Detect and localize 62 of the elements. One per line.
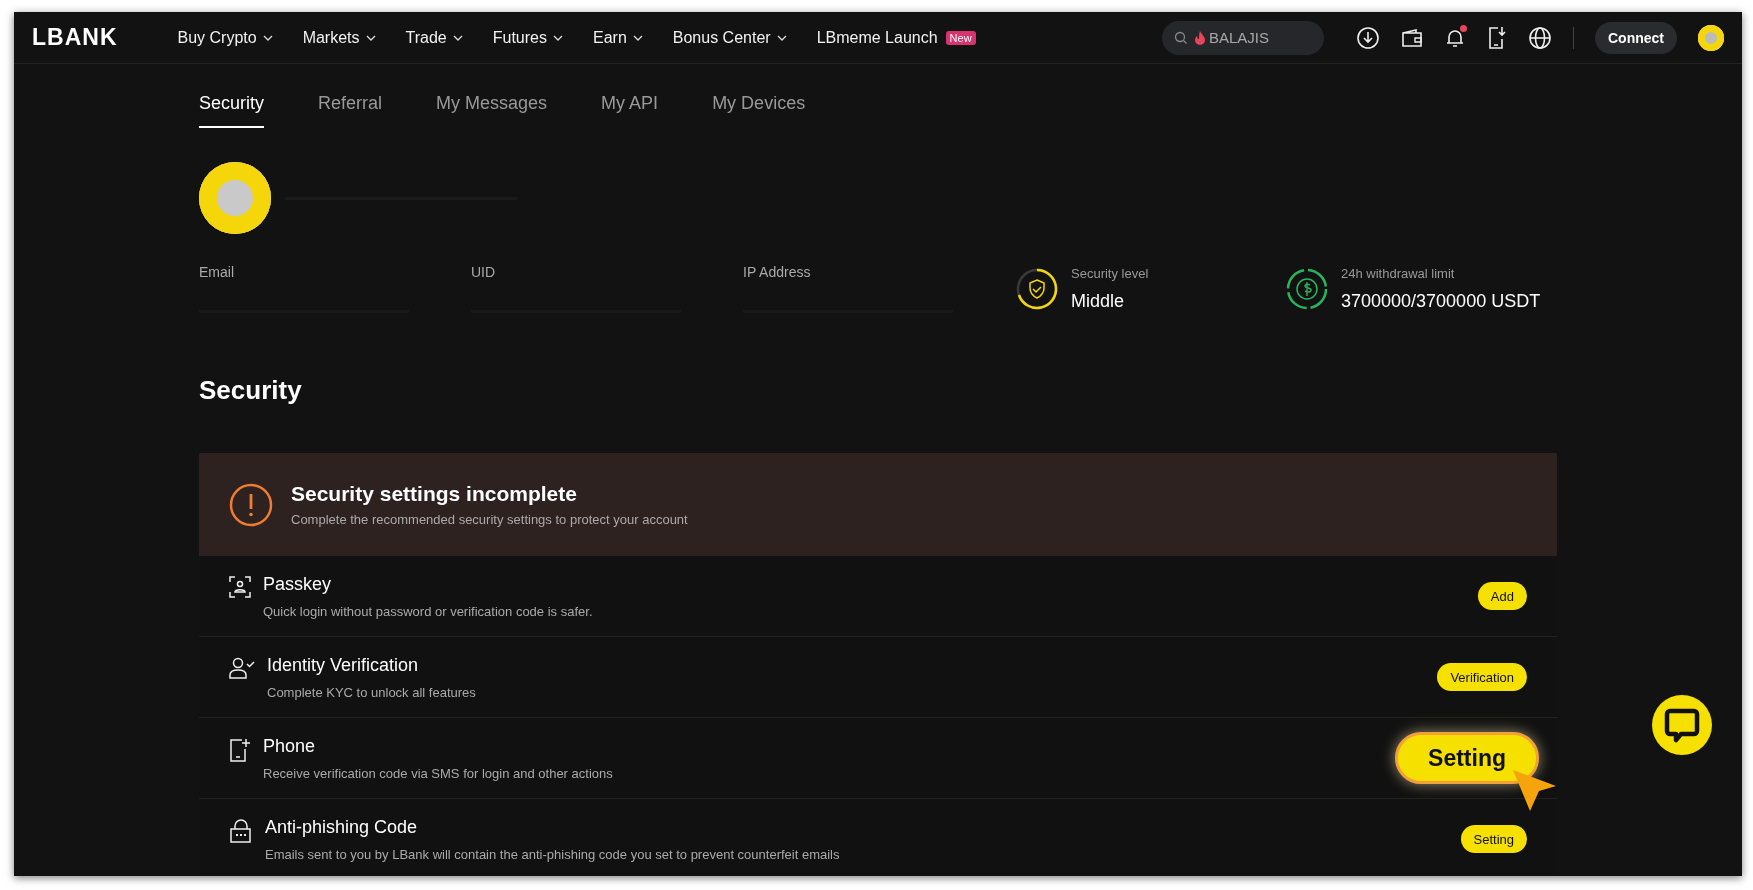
- tab[interactable]: My Messages: [436, 93, 548, 128]
- search-field[interactable]: BALAJIS: [1162, 20, 1324, 55]
- action-button[interactable]: Verification: [1437, 663, 1527, 691]
- setting-title: Anti-phishing Code: [265, 816, 419, 838]
- nav-link[interactable]: Trade: [405, 28, 463, 47]
- shield-check-icon: [1029, 279, 1045, 299]
- chevron-down-icon: [632, 34, 643, 41]
- nav-link[interactable]: Bonus Center: [672, 28, 787, 47]
- face-scan-icon: [229, 576, 251, 598]
- field-label: UID: [471, 264, 497, 280]
- shield-ring-icon: [1015, 267, 1059, 311]
- avatar[interactable]: [1698, 24, 1724, 51]
- new-badge: New: [945, 30, 976, 45]
- chat-button[interactable]: [1652, 695, 1712, 755]
- setting-description: Complete KYC to unlock all features: [267, 684, 476, 700]
- globe-icon[interactable]: [1528, 25, 1552, 50]
- flame-icon: [1194, 30, 1206, 45]
- download-icon[interactable]: [1356, 25, 1380, 50]
- warning-icon: [229, 482, 273, 527]
- stat-label: Security level: [1071, 266, 1149, 281]
- phone-plus-icon: [229, 738, 251, 762]
- field-label: Email: [199, 264, 235, 280]
- alert-message: Complete the recommended security settings to protect your account: [291, 512, 688, 527]
- dollar-coin-icon: [1285, 267, 1329, 311]
- nav-link[interactable]: Buy Crypto: [177, 28, 273, 47]
- setting-description: Emails sent to you by LBank will contain the anti-phishing code you set to prevent counterfeit emails: [265, 846, 840, 862]
- action-button[interactable]: Setting: [1395, 732, 1539, 784]
- stat-value: 3700000/3700000 USDT: [1341, 291, 1541, 312]
- stat-label: 24h withdrawal limit: [1341, 266, 1456, 281]
- alert-title: Security settings incomplete: [291, 482, 578, 506]
- nav-link[interactable]: Futures: [492, 28, 563, 47]
- chevron-down-icon: [262, 34, 273, 41]
- tab[interactable]: Referral: [318, 93, 383, 128]
- chat-bubble-icon: [1664, 707, 1700, 743]
- action-button[interactable]: Setting: [1460, 825, 1527, 853]
- nav-link[interactable]: LBmeme Launch New: [816, 28, 976, 47]
- chevron-down-icon: [365, 34, 376, 41]
- search-icon: [1174, 30, 1188, 45]
- nav-link[interactable]: Markets: [302, 28, 376, 47]
- action-button[interactable]: Add: [1477, 582, 1527, 610]
- user-check-icon: [229, 657, 255, 679]
- nav-link[interactable]: Earn: [593, 28, 643, 47]
- stat-value: Middle: [1071, 291, 1126, 312]
- cursor-arrow-icon: [1511, 768, 1557, 812]
- tab[interactable]: My Devices: [712, 93, 806, 128]
- field-label: IP Address: [743, 264, 812, 280]
- chevron-down-icon: [452, 34, 463, 41]
- wallet-icon[interactable]: [1401, 27, 1423, 48]
- setting-title: Identity Verification: [267, 654, 420, 676]
- tab[interactable]: My API: [601, 93, 659, 128]
- lock-icon: [229, 819, 253, 843]
- setting-title: Phone: [263, 735, 317, 757]
- tab[interactable]: Security: [199, 93, 265, 128]
- chevron-down-icon: [776, 34, 787, 41]
- connect-button[interactable]: Connect: [1595, 21, 1677, 54]
- section-title: Security: [199, 375, 303, 407]
- setting-description: Quick login without password or verification code is safer.: [263, 603, 593, 619]
- setting-description: Receive verification code via SMS for login and other actions: [263, 765, 613, 781]
- setting-title: Passkey: [263, 573, 333, 595]
- logo[interactable]: LBANK: [32, 24, 118, 51]
- chevron-down-icon: [553, 34, 563, 41]
- phone-download-icon[interactable]: [1487, 25, 1507, 50]
